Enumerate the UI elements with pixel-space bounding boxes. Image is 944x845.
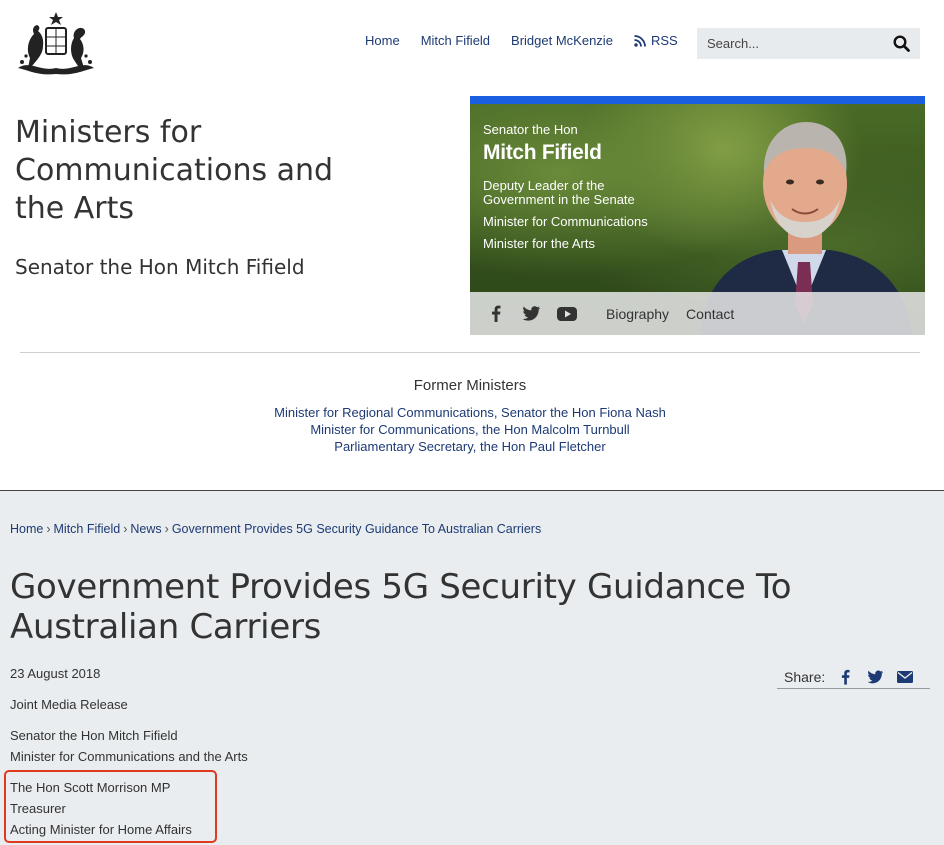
twitter-icon[interactable] — [867, 669, 884, 685]
breadcrumb-separator: › — [46, 522, 51, 536]
breadcrumb: Home › Mitch Fifield › News › Government Provi… — [10, 522, 541, 536]
nav-home[interactable]: Home — [365, 33, 400, 48]
former-minister-link[interactable]: Parliamentary Secretary, the Hon Paul Fl… — [0, 438, 940, 455]
breadcrumb-mitch-fifield[interactable]: Mitch Fifield — [54, 522, 121, 536]
breadcrumb-news[interactable]: News — [130, 522, 161, 536]
nav-rss[interactable]: RSS — [634, 33, 678, 48]
rss-icon — [634, 34, 646, 47]
section-divider — [20, 352, 920, 353]
facebook-icon[interactable] — [487, 305, 505, 323]
nav-bridget-mckenzie[interactable]: Bridget McKenzie — [511, 33, 613, 48]
article-date: 23 August 2018 — [10, 666, 101, 681]
share-label: Share: — [784, 668, 826, 685]
hero-role: Minister for the Arts — [483, 236, 595, 251]
hero-biography-link[interactable]: Biography — [606, 306, 669, 322]
hero-name: Mitch Fifield — [483, 141, 602, 164]
former-ministers-heading: Former Ministers — [413, 377, 527, 394]
breadcrumb-separator: › — [123, 522, 128, 536]
article-title: Government Provides 5G Security Guidance… — [10, 567, 792, 647]
site-title: Ministers for Communications and the Art… — [15, 115, 334, 226]
signatory-line: Senator the Hon Mitch Fifield — [10, 728, 178, 743]
search-input[interactable] — [707, 36, 877, 51]
highlight-box — [4, 770, 217, 843]
crest-icon[interactable] — [10, 10, 102, 78]
hero-link-bar: Biography Contact — [470, 292, 925, 335]
hero-role: Deputy Leader of the Government in the S… — [483, 178, 635, 207]
hero-accent-bar — [470, 96, 925, 104]
release-type: Joint Media Release — [10, 697, 128, 712]
site-header: Home Mitch Fifield Bridget McKenzie RSS … — [0, 0, 944, 490]
hero-pre-title: Senator the Hon — [483, 122, 578, 137]
facebook-icon[interactable] — [837, 669, 853, 685]
search-box — [697, 28, 920, 59]
hero-text: Senator the Hon Mitch Fifield Deputy Lea… — [483, 122, 653, 259]
article-section: Home › Mitch Fifield › News › Government Provi… — [0, 490, 944, 845]
minister-hero: Senator the Hon Mitch Fifield Deputy Lea… — [470, 96, 925, 335]
former-ministers: Former Ministers Minister for Regional C… — [0, 377, 940, 455]
nav-rss-label: RSS — [650, 33, 678, 48]
share-bar: Share: — [777, 665, 930, 689]
search-icon[interactable] — [893, 35, 910, 52]
former-minister-link[interactable]: Minister for Regional Communications, Se… — [0, 404, 940, 421]
main-nav: Home Mitch Fifield Bridget McKenzie RSS — [365, 33, 699, 48]
hero-role: Minister for Communications — [483, 214, 648, 229]
nav-mitch-fifield[interactable]: Mitch Fifield — [421, 33, 490, 48]
email-icon[interactable] — [897, 669, 914, 685]
hero-contact-link[interactable]: Contact — [686, 306, 734, 322]
youtube-icon[interactable] — [557, 305, 577, 323]
signatory-line: Minister for Communications and the Arts — [10, 749, 248, 764]
breadcrumb-separator: › — [164, 522, 169, 536]
site-subtitle: Senator the Hon Mitch Fifield — [15, 255, 305, 279]
former-minister-link[interactable]: Minister for Communications, the Hon Mal… — [0, 421, 940, 438]
breadcrumb-current[interactable]: Government Provides 5G Security Guidance… — [172, 522, 541, 536]
breadcrumb-home[interactable]: Home — [10, 522, 43, 536]
twitter-icon[interactable] — [522, 305, 540, 323]
